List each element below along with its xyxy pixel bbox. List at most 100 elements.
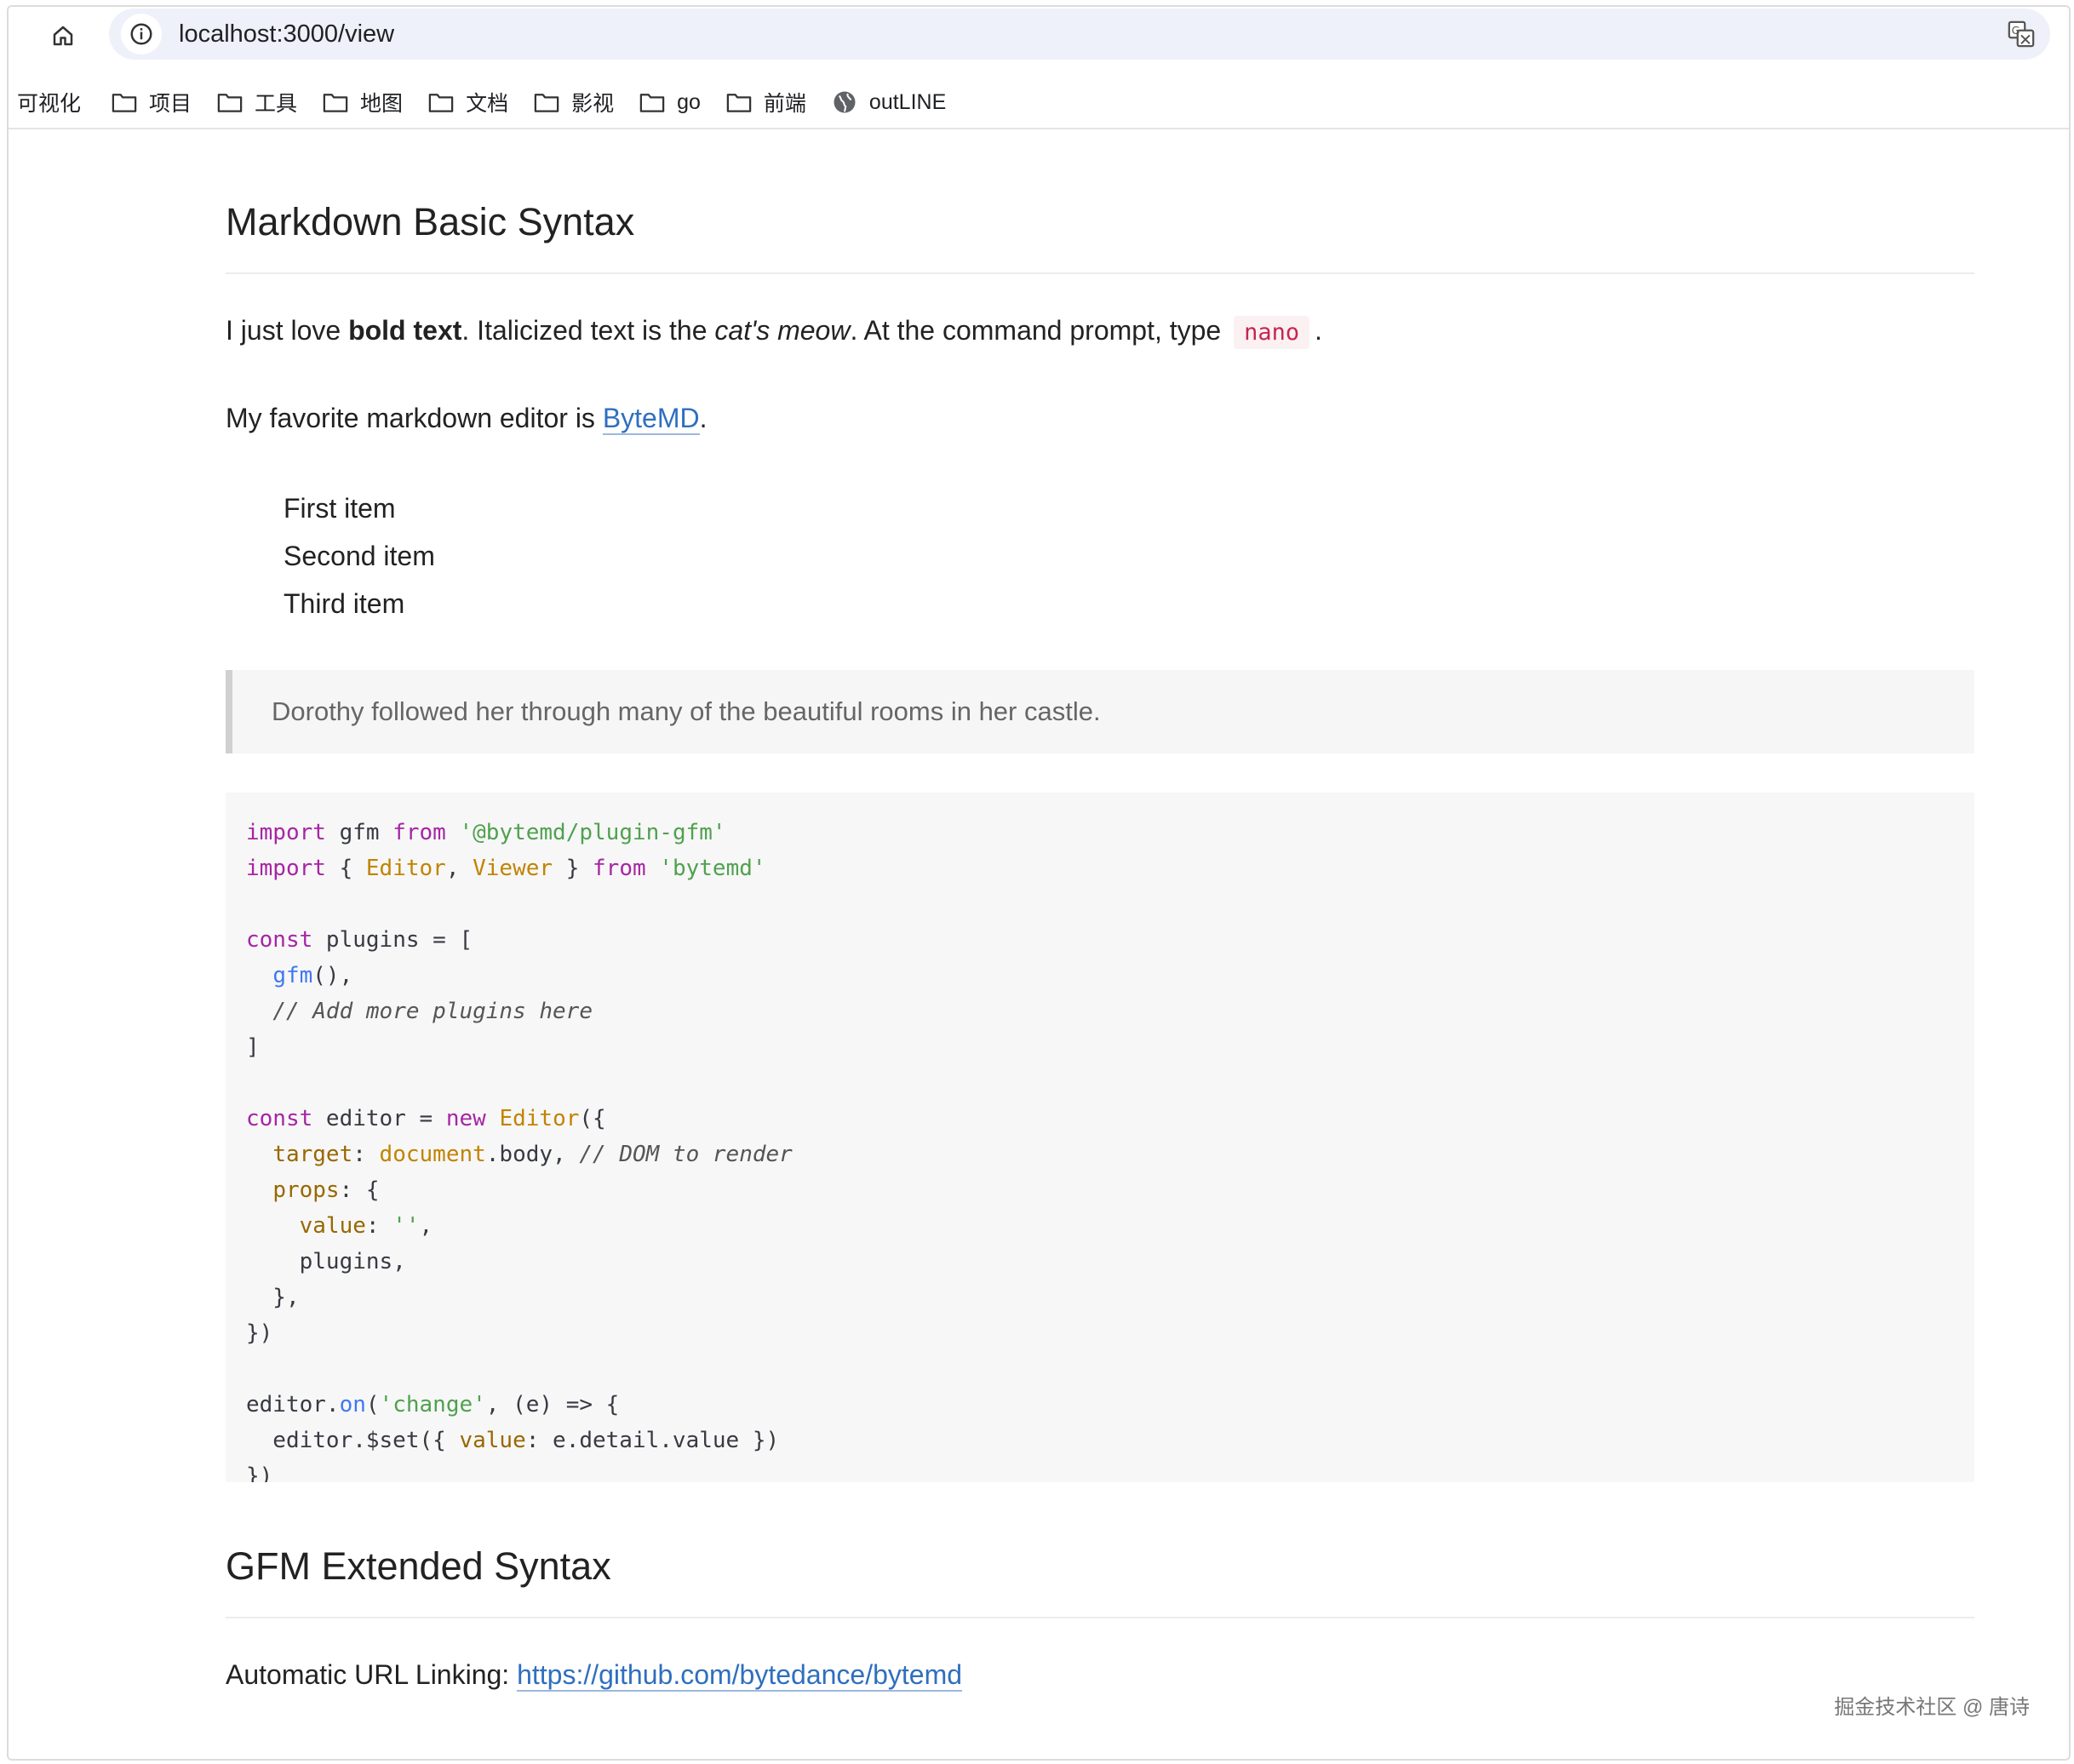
bookmark-item[interactable]: outLINE [832, 89, 946, 115]
italic-text: cat's meow [714, 315, 851, 346]
item-list: First item Second item Third item [226, 484, 1974, 627]
text: . Italicized text is the [461, 315, 715, 346]
bookmark-item[interactable]: 文档 [428, 87, 508, 117]
bookmark-item[interactable]: go [639, 90, 701, 115]
code-line: plugins, [246, 1244, 1954, 1280]
code-token: { [325, 856, 366, 881]
code-line: value: '', [246, 1208, 1954, 1244]
home-button[interactable] [46, 19, 80, 53]
code-token: '@bytemd/plugin-gfm' [459, 820, 726, 845]
folder-icon [639, 94, 665, 112]
github-bytemd-link[interactable]: https://github.com/bytedance/bytemd [517, 1659, 963, 1692]
inline-code: nano [1234, 316, 1310, 349]
code-line: props: { [246, 1172, 1954, 1208]
code-token: ] [246, 1034, 260, 1060]
browser-window: localhost:3000/view G 可视化 项目 工具 地图 文档 影视 go 前端 o… [7, 5, 2071, 1761]
heading-rule [226, 272, 1974, 274]
text: My favorite markdown editor is [226, 403, 603, 433]
url-bar[interactable]: localhost:3000/view [109, 9, 2050, 60]
heading-rule [226, 1617, 1974, 1618]
code-token: : { [339, 1177, 380, 1203]
list-item: Second item [284, 541, 435, 571]
text: . [1315, 315, 1323, 346]
code-token: , [419, 1213, 433, 1239]
code-line: import { Editor, Viewer } from 'bytemd' [246, 850, 1954, 886]
bytemd-link[interactable]: ByteMD [602, 403, 700, 435]
code-token: // DOM to render [579, 1142, 793, 1167]
text: . [699, 403, 708, 433]
code-token: value [459, 1428, 526, 1453]
folder-icon [323, 94, 348, 112]
bookmark-item[interactable]: 影视 [534, 87, 614, 117]
markdown-viewer: Markdown Basic Syntax I just love bold t… [226, 129, 1974, 1693]
code-token: target [272, 1142, 353, 1167]
blockquote-text: Dorothy followed her through many of the… [272, 696, 1101, 726]
paragraph-bold-italic: I just love bold text. Italicized text i… [226, 312, 1974, 352]
home-icon [53, 26, 73, 46]
bookmark-label: 项目 [149, 92, 192, 116]
bookmark-label: 可视化 [17, 92, 82, 116]
code-token: gfm [272, 963, 313, 988]
bookmark-item[interactable]: 工具 [217, 87, 297, 117]
code-token: from [593, 856, 646, 881]
code-token: : e.detail.value }) [525, 1428, 780, 1453]
bookmark-item[interactable]: 项目 [112, 87, 192, 117]
code-token: ( [365, 1392, 380, 1418]
code-token: editor = [312, 1106, 446, 1131]
bookmark-label: 文档 [466, 92, 509, 116]
code-token: Editor [499, 1106, 580, 1131]
text: I just love [226, 315, 349, 346]
site-info-button[interactable] [121, 14, 162, 54]
bookmark-label: outLINE [868, 89, 947, 114]
bookmark-label: go [677, 89, 701, 114]
bookmark-visualization[interactable]: 可视化 [17, 87, 81, 117]
list-item: First item [284, 493, 396, 524]
code-token: Viewer [473, 856, 553, 881]
bookmark-label: 地图 [360, 92, 404, 116]
text: Automatic URL Linking: [226, 1659, 518, 1690]
code-token: value [299, 1213, 366, 1239]
code-block: import gfm from '@bytemd/plugin-gfm' impo… [226, 793, 1974, 1482]
code-line: target: document.body, // DOM to render [246, 1137, 1954, 1172]
info-icon [130, 23, 152, 45]
bookmark-label: 工具 [255, 92, 298, 116]
code-token: }, [246, 1285, 300, 1310]
bold-text: bold text [348, 315, 462, 346]
bookmark-item[interactable]: 地图 [323, 87, 403, 117]
translate-button[interactable]: G [2004, 17, 2038, 51]
list-item: Third item [284, 588, 405, 619]
paragraph-favorite-editor: My favorite markdown editor is ByteMD. [226, 399, 1974, 437]
code-token: plugins, [246, 1249, 406, 1274]
code-token: : [365, 1213, 393, 1239]
bookmark-label: 影视 [571, 92, 615, 116]
folder-icon [112, 94, 137, 112]
code-token: Editor [365, 856, 446, 881]
code-token: document [379, 1142, 486, 1167]
code-token: '' [392, 1213, 420, 1239]
code-token: editor. [246, 1392, 340, 1418]
address-bar-row: localhost:3000/view G [9, 7, 2069, 61]
folder-icon [726, 94, 752, 112]
code-token: } [553, 856, 593, 881]
code-token: 'change' [379, 1392, 486, 1418]
code-line: }) [246, 1315, 1954, 1351]
globe-icon [834, 91, 856, 113]
code-line: const editor = new Editor({ [246, 1101, 1954, 1137]
bookmark-item[interactable]: 前端 [726, 87, 806, 117]
code-line: const plugins = [ [246, 922, 1954, 958]
translate-icon: G [2008, 20, 2035, 48]
blockquote: Dorothy followed her through many of the… [226, 670, 1974, 753]
url-text[interactable]: localhost:3000/view [179, 20, 394, 49]
text: . At the command prompt, type [850, 315, 1229, 346]
folder-icon [534, 94, 559, 112]
code-token: gfm [325, 820, 393, 845]
paragraph-url-linking: Automatic URL Linking: https://github.co… [226, 1656, 1974, 1693]
